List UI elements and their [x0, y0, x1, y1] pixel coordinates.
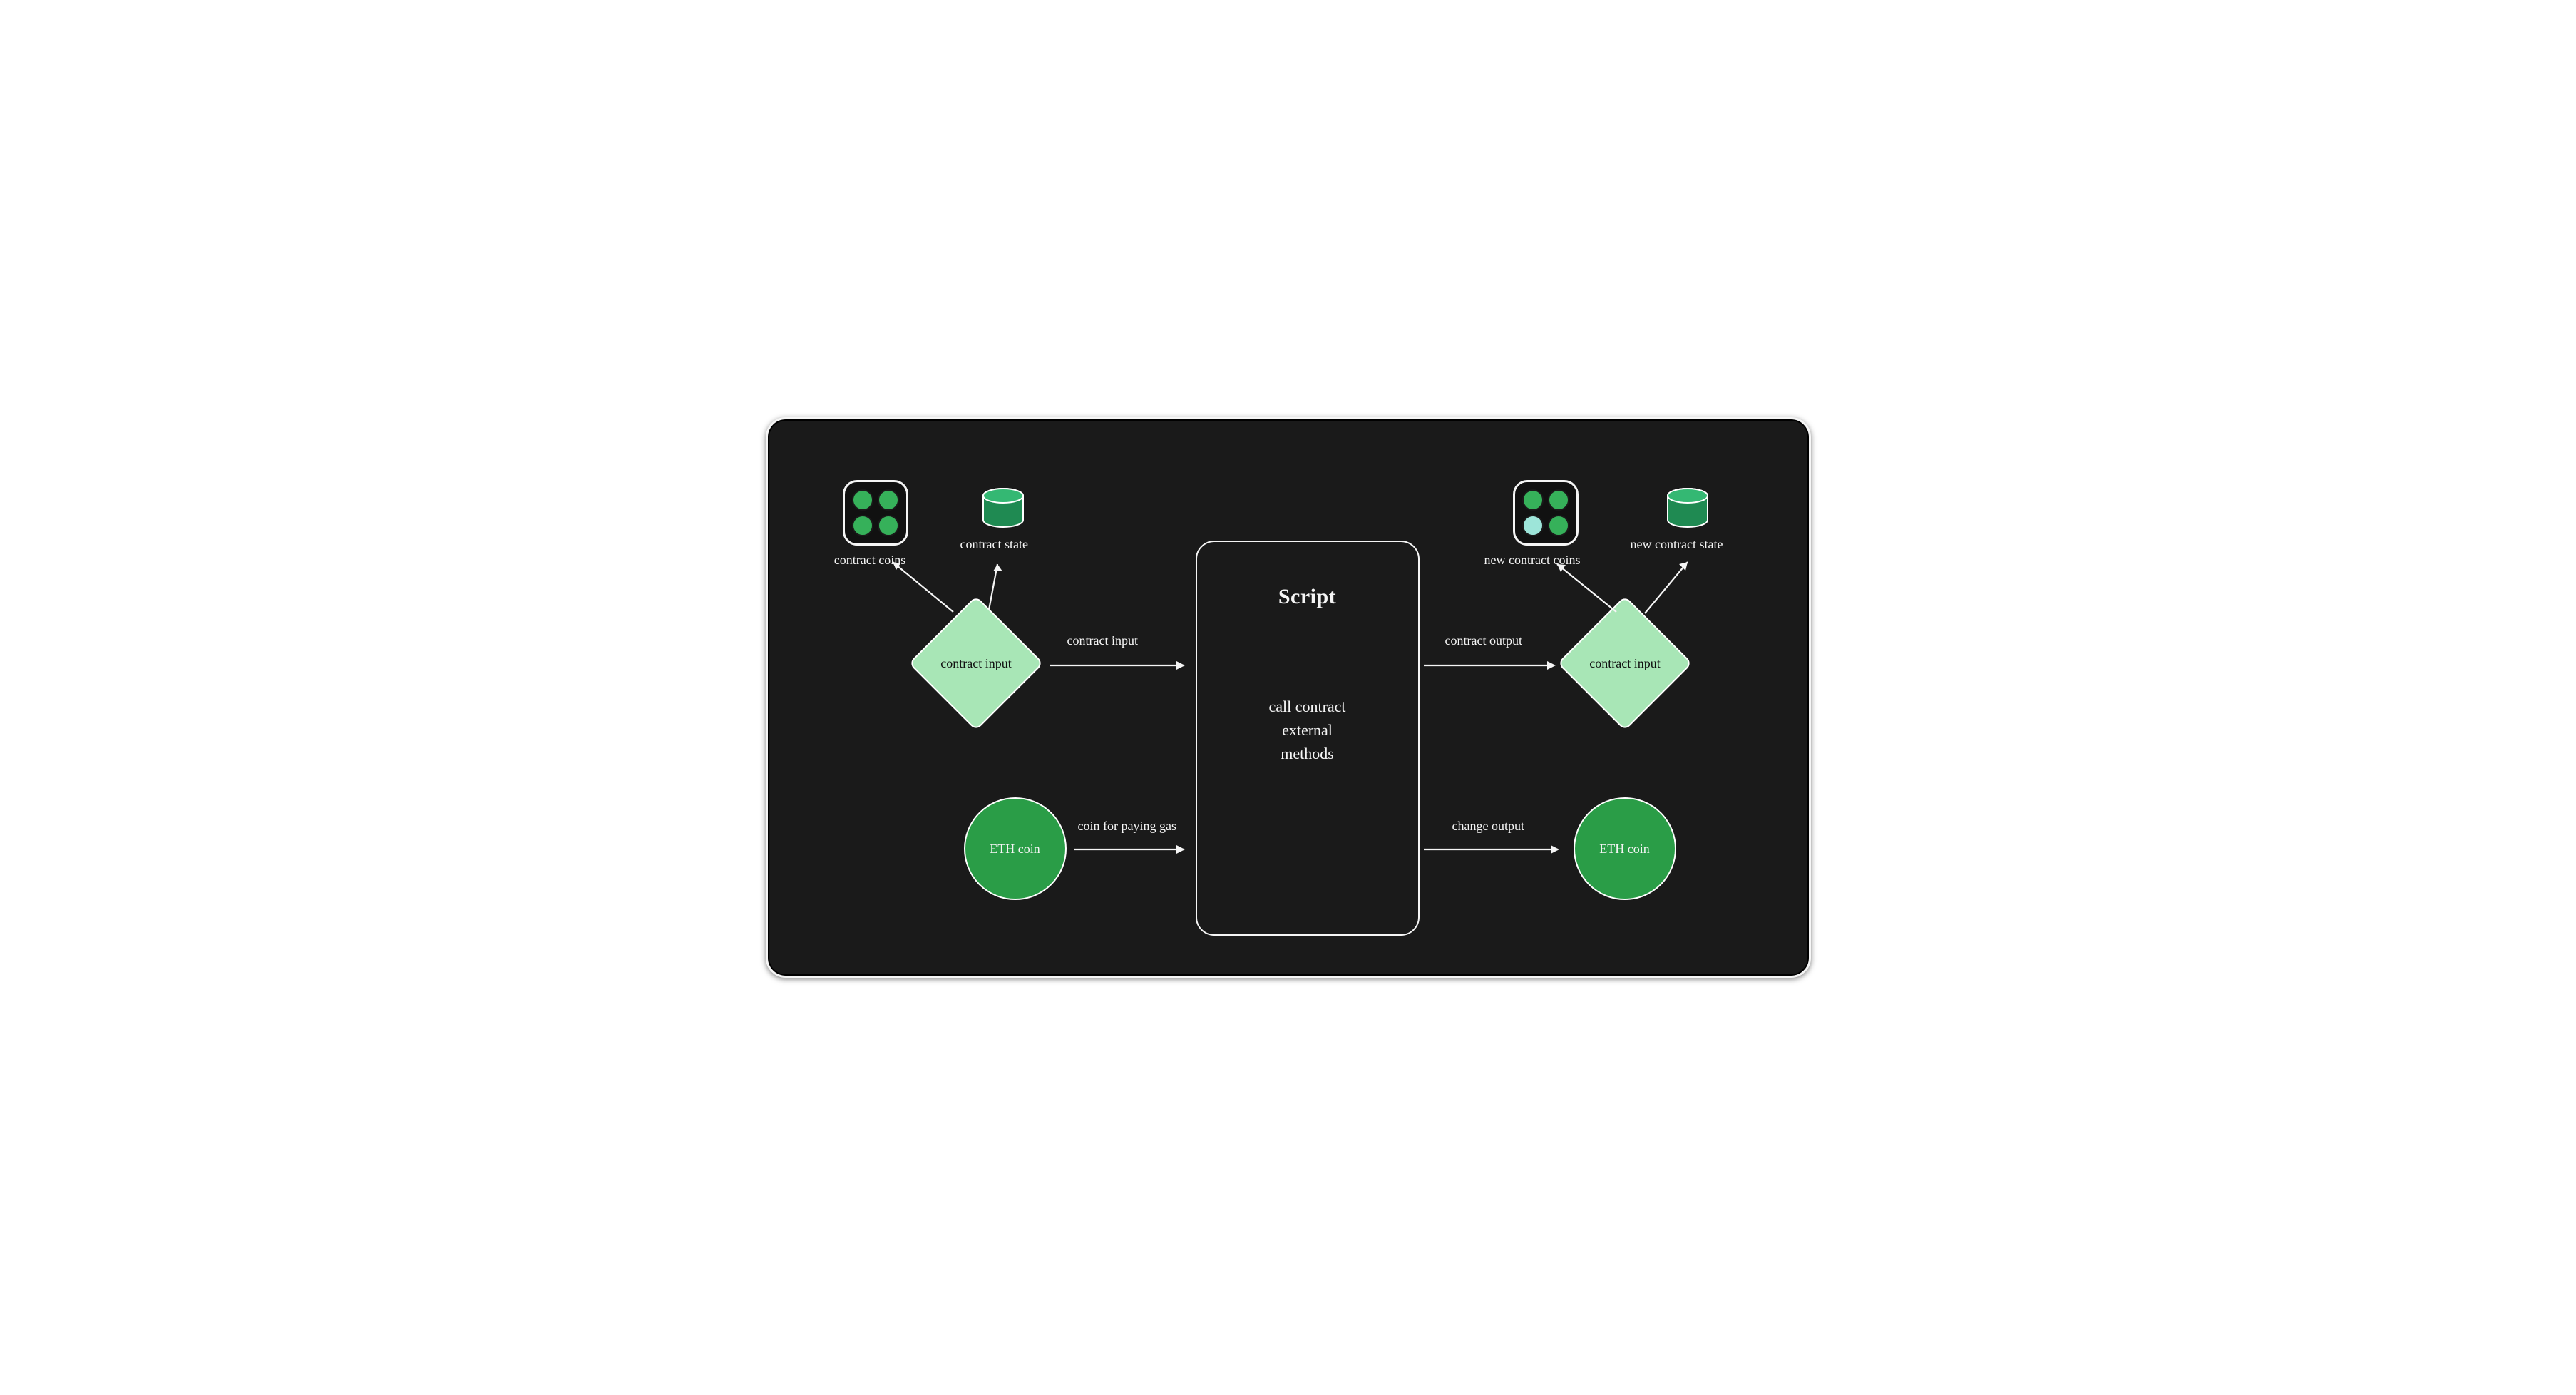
barrel-icon: [978, 487, 1028, 530]
arrow-input-to-script: [1050, 655, 1192, 676]
arrow-out-to-new-state: [1641, 555, 1705, 619]
contract-input-diamond: contract input: [928, 615, 1024, 711]
script-body: call contract external methods: [1197, 695, 1418, 765]
edge-contract-input: contract input: [1067, 633, 1138, 648]
contract-state-label: contract state: [960, 537, 1028, 552]
contract-output-diamond-label: contract input: [1579, 617, 1671, 710]
coins-icon: [1513, 480, 1579, 546]
new-contract-coins-group: new contract coins: [1513, 480, 1581, 568]
arrow-diamond-to-coins: [882, 555, 968, 619]
arrow-eth-to-script: [1074, 839, 1192, 860]
contract-input-diamond-label: contract input: [930, 617, 1022, 710]
edge-contract-output: contract output: [1445, 633, 1522, 648]
eth-coin-right-label: ETH coin: [1599, 842, 1649, 857]
new-contract-state-group: new contract state: [1663, 487, 1723, 552]
contract-output-diamond: contract input: [1577, 615, 1673, 711]
new-contract-state-label: new contract state: [1631, 537, 1723, 552]
arrow-diamond-to-state: [982, 558, 1017, 615]
script-box: Script call contract external methods: [1196, 541, 1420, 936]
eth-coin-left-label: ETH coin: [990, 842, 1040, 857]
arrow-script-to-output: [1424, 655, 1563, 676]
edge-change-output: change output: [1452, 819, 1524, 834]
barrel-icon: [1663, 487, 1713, 530]
eth-coin-left: ETH coin: [964, 797, 1067, 900]
eth-coin-right: ETH coin: [1574, 797, 1676, 900]
edge-coin-gas: coin for paying gas: [1078, 819, 1176, 834]
arrow-out-to-new-coins: [1549, 558, 1627, 619]
diagram-frame: Script call contract external methods co…: [766, 417, 1811, 978]
contract-state-group: contract state: [978, 487, 1028, 552]
coins-icon: [843, 480, 908, 546]
script-title: Script: [1197, 585, 1418, 609]
arrow-script-to-change: [1424, 839, 1566, 860]
